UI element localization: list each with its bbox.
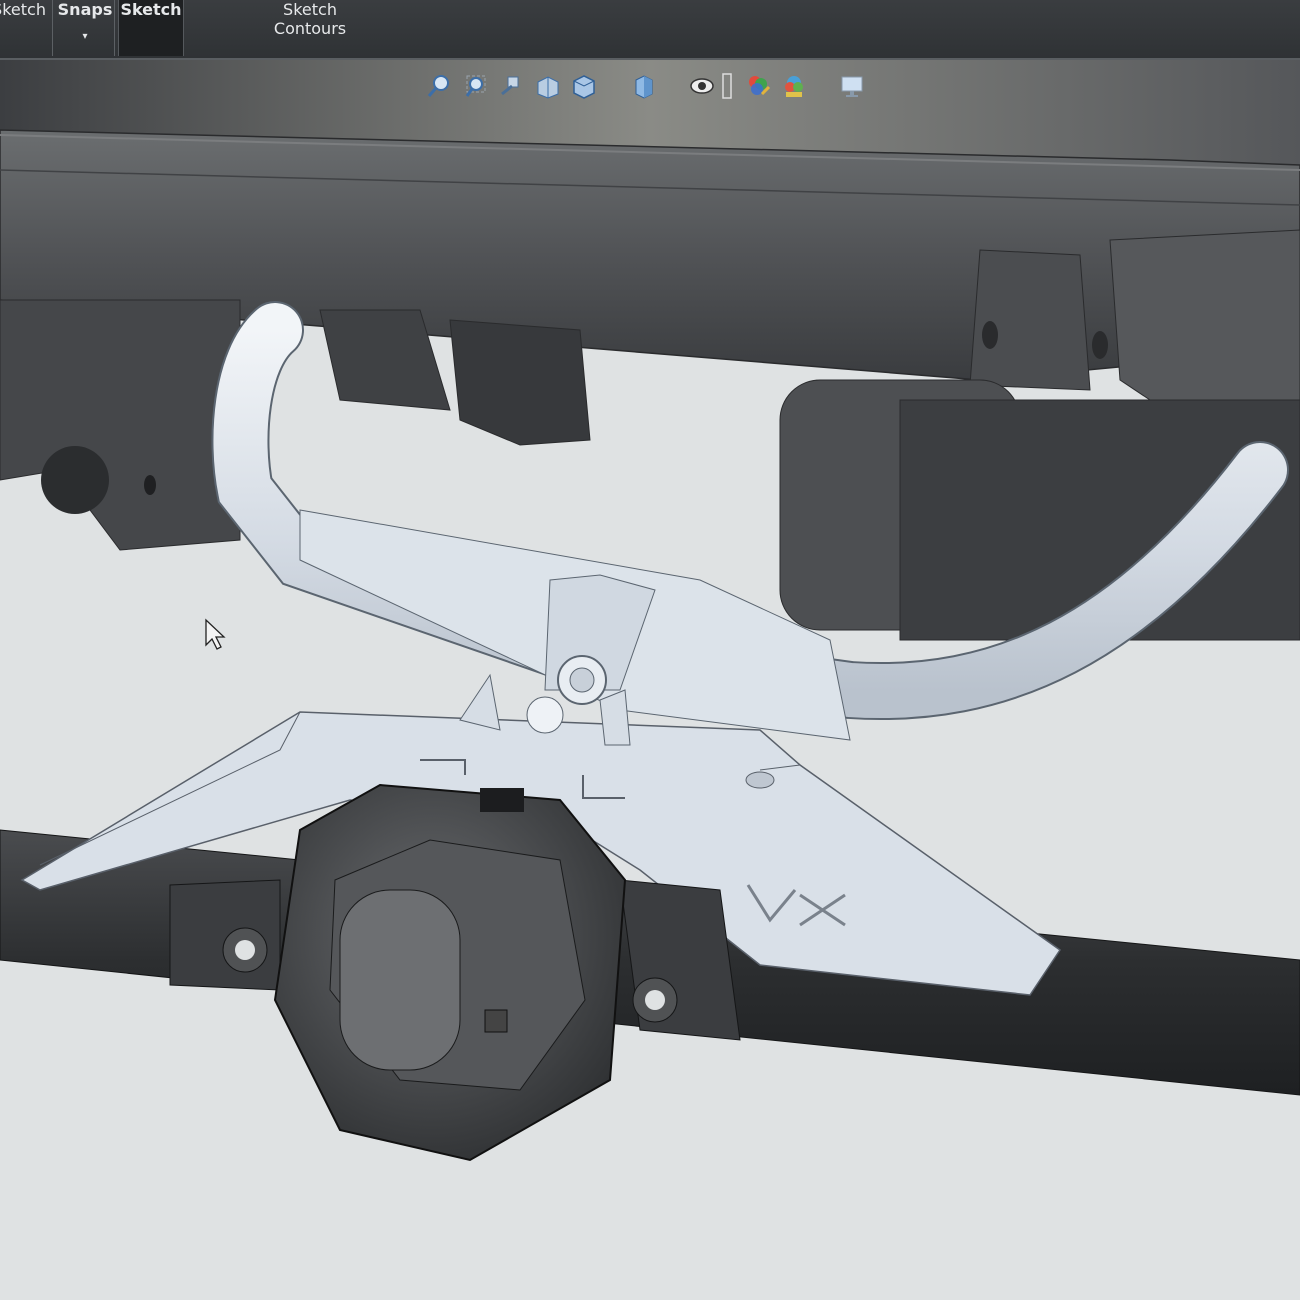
- edit-appearance-icon: [749, 76, 771, 96]
- display-style-button[interactable]: [628, 68, 660, 104]
- hide-show-icon: [690, 78, 714, 94]
- edit-appearance-button[interactable]: [742, 68, 774, 104]
- view-orientation-button[interactable]: [568, 68, 600, 104]
- sketch-active-button[interactable]: Sketch: [118, 0, 184, 56]
- sketch-active-label: Sketch: [120, 0, 182, 19]
- graphics-viewport[interactable]: [0, 60, 1300, 1300]
- snaps-button[interactable]: Snaps ▾: [56, 0, 115, 56]
- view-orientation-icon: [573, 75, 595, 99]
- heads-up-view-toolbar: [420, 68, 880, 108]
- sketch-contours-label-1: Sketch: [283, 0, 337, 19]
- zoom-to-area-icon: [465, 75, 486, 97]
- command-ribbon: Sketch Snaps ▾ Sketch Sketch Contours: [0, 0, 1300, 60]
- ribbon-sketch-button[interactable]: Sketch: [0, 0, 53, 56]
- hide-show-items-button[interactable]: [686, 68, 718, 104]
- zoom-to-fit-button[interactable]: [424, 68, 456, 104]
- zoom-to-area-button[interactable]: [460, 68, 492, 104]
- previous-view-icon: [501, 76, 519, 96]
- hide-show-dropdown-button[interactable]: [718, 68, 736, 104]
- display-style-icon: [635, 75, 653, 99]
- snaps-label: Snaps: [57, 0, 113, 19]
- view-settings-icon: [841, 76, 863, 97]
- chevron-down-icon: ▾: [82, 31, 88, 42]
- view-settings-button[interactable]: [836, 68, 868, 104]
- section-view-icon: [537, 76, 559, 99]
- section-view-button[interactable]: [532, 68, 564, 104]
- dropdown-icon: [722, 73, 732, 99]
- sketch-contours-button[interactable]: Sketch Contours: [262, 0, 358, 56]
- ribbon-sketch-label: Sketch: [0, 0, 46, 19]
- zoom-to-fit-icon: [427, 75, 449, 97]
- sketch-contours-label-2: Contours: [273, 19, 347, 38]
- apply-scene-icon: [785, 76, 803, 97]
- apply-scene-button[interactable]: [778, 68, 810, 104]
- previous-view-button[interactable]: [496, 68, 528, 104]
